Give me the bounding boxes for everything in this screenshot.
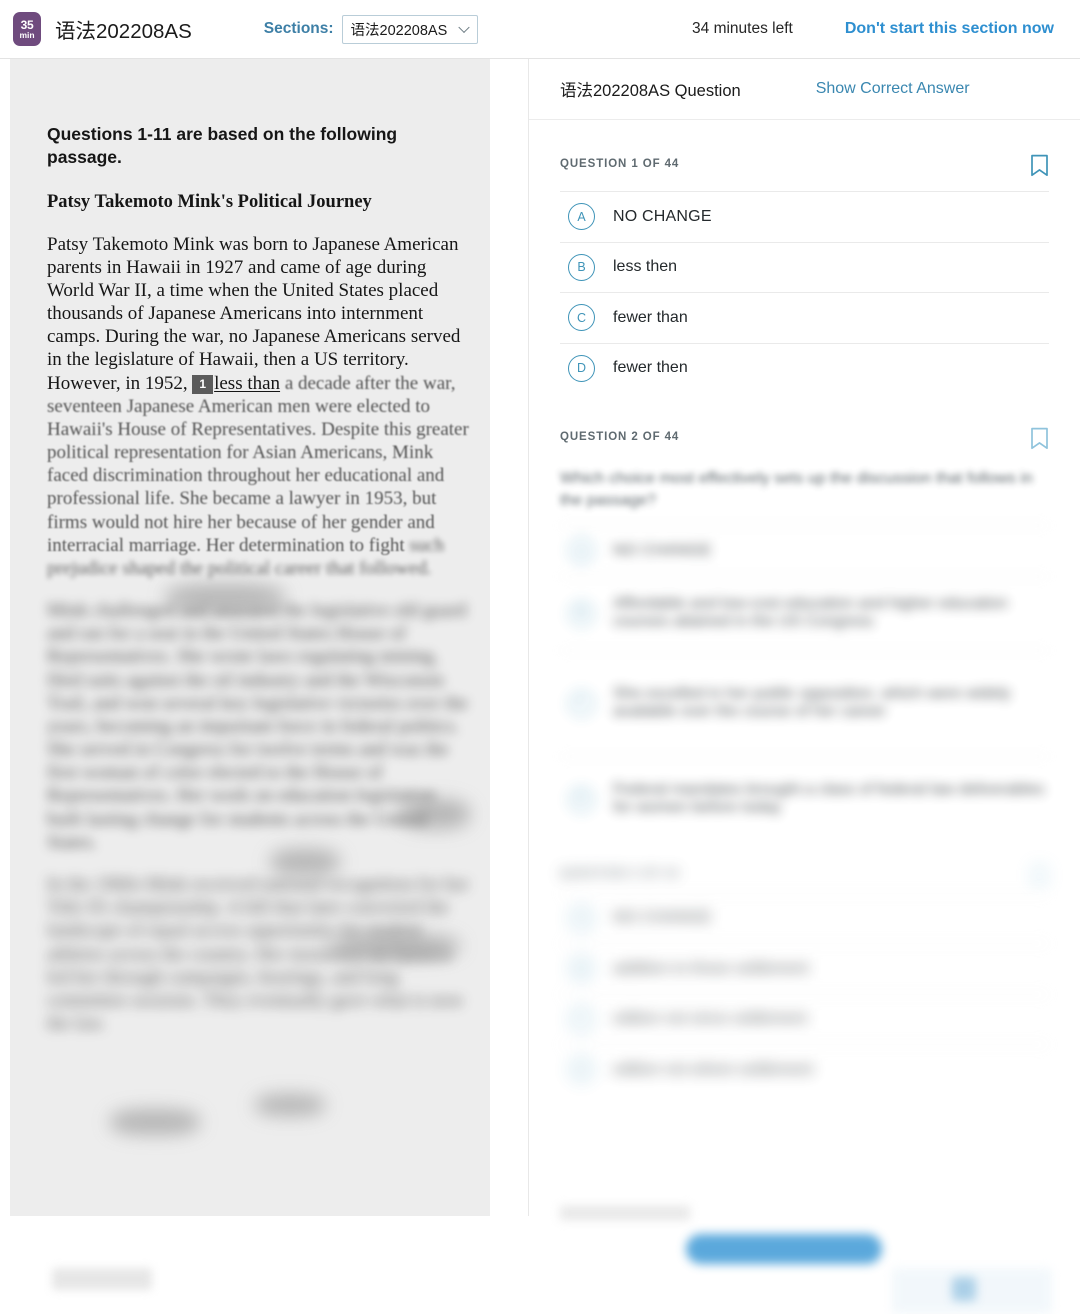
choice-label: fewer then [613,359,688,377]
timer-badge: 35 min [13,12,41,46]
page-title: 语法202208AS [55,20,192,43]
choice-label: less then [613,258,678,276]
obscured-region-2 [400,799,470,829]
question-1-meta: QUESTION 1 OF 44 [560,120,1049,177]
choice-option[interactable]: C She excelled in her public opposition,… [560,649,1049,756]
inline-underlined-text[interactable]: less than [214,373,280,394]
choice-letter: B [568,253,595,281]
choice-letter: B [568,599,595,627]
footer-left-chip[interactable] [52,1268,152,1290]
choice-option[interactable]: D edition not where settlement [560,1044,1049,1095]
question-1-choices: A NO CHANGE B less then C fewer than D f… [560,191,1049,393]
choice-option[interactable]: C edition not since settlement [560,993,1049,1045]
choice-letter: D [568,785,595,813]
choice-option[interactable]: A NO CHANGE [560,892,1049,944]
question-panel-title: 语法202208AS Question [560,82,741,100]
next-button[interactable] [686,1234,882,1264]
workspace: Questions 1-11 are based on the followin… [0,59,1080,1314]
sections-group: Sections: 语法202208AS [263,14,478,44]
choice-label: addition to those settlement [613,959,809,977]
pager-current-indicator[interactable] [952,1277,976,1301]
obscured-footer-label [560,1206,690,1220]
timer-badge-value: 35 [20,17,34,32]
choice-label: NO CHANGE [613,207,712,225]
sections-select[interactable]: 语法202208AS [341,14,478,44]
choice-letter: C [568,304,595,332]
app-header: 35 min 语法202208AS Sections: 语法202208AS 3… [0,0,1080,59]
inline-question-marker[interactable]: 1 [192,374,214,394]
obscured-region-1 [165,584,285,610]
question-3-meta: QUESTION 3 OF 44 [560,842,1049,887]
obscured-region-4 [330,934,460,958]
question-3-choices: A NO CHANGE B addition to those settleme… [560,892,1049,1095]
choice-label: Federal mandates brought a class of fede… [613,781,1045,817]
show-correct-answer-link[interactable]: Show Correct Answer [816,80,970,98]
bookmark-icon[interactable] [1030,154,1049,177]
sections-label: Sections: [263,20,334,37]
sections-select-value: 语法202208AS [350,22,448,39]
choice-label: She excelled in her public opposition, w… [613,685,1011,721]
question-panel-header: 语法202208AS Question Show Correct Answer [529,59,1080,120]
questions-range-heading: Questions 1-11 are based on the followin… [47,124,398,168]
question-2-counter: QUESTION 2 OF 44 [560,431,680,443]
question-1-counter: QUESTION 1 OF 44 [560,158,680,170]
choice-option[interactable]: C fewer than [560,292,1049,343]
bookmark-icon[interactable] [1030,864,1049,887]
choice-letter: A [568,537,595,565]
bookmark-icon[interactable] [1030,427,1049,450]
passage-pane[interactable]: Questions 1-11 are based on the followin… [0,59,528,1314]
choice-label: fewer than [613,308,688,326]
choice-option[interactable]: B less then [560,241,1049,293]
passage-body: Patsy Takemoto Mink was born to Japanese… [47,233,472,1036]
choice-label: NO CHANGE [613,541,712,559]
choice-letter: D [568,1056,595,1084]
choice-label: edition not where settlement [613,1060,814,1078]
time-remaining: 34 minutes left [692,20,793,37]
choice-label: edition not since settlement [613,1010,807,1028]
question-block-2: QUESTION 2 OF 44 Which choice most effec… [529,393,1080,842]
choice-option[interactable]: D Federal mandates brought a class of fe… [560,755,1049,842]
passage-p1-post: a decade after the war, seventeen Japane… [47,372,469,556]
choice-letter: B [568,955,595,983]
choice-label: NO CHANGE [613,909,712,927]
choice-letter: A [568,203,595,231]
choice-label: Affordable and low-cost education and hi… [613,595,1008,631]
question-block-3: QUESTION 3 OF 44 A NO CHANGE B addition … [529,842,1080,1095]
choice-letter: C [568,1005,595,1033]
choice-option[interactable]: D fewer then [560,342,1049,394]
question-2-choices: A NO CHANGE B Affordable and low-cost ed… [560,525,1049,842]
choice-letter: D [568,354,595,382]
obscured-region-5 [110,1109,200,1135]
timer-badge-unit: min [19,29,35,40]
passage-title: Patsy Takemoto Mink's Political Journey [47,191,372,212]
passage-paragraph-1: Patsy Takemoto Mink was born to Japanese… [47,233,472,581]
choice-option[interactable]: B addition to those settlement [560,943,1049,994]
choice-letter: A [568,904,595,932]
dont-start-section-link[interactable]: Don't start this section now [845,20,1054,38]
question-3-counter: QUESTION 3 OF 44 [560,867,680,880]
header-right-group: 34 minutes left Don't start this section… [692,20,1080,38]
obscured-region-3 [270,849,340,875]
chevron-down-icon [457,21,470,34]
question-pane[interactable]: 语法202208AS Question Show Correct Answer … [528,59,1080,1314]
question-2-meta: QUESTION 2 OF 44 [560,393,1049,450]
choice-option[interactable]: B Affordable and low-cost education and … [560,575,1049,650]
obscured-region-6 [255,1094,325,1116]
choice-option[interactable]: A NO CHANGE [560,525,1049,576]
choice-option[interactable]: A NO CHANGE [560,191,1049,242]
passage-p1-pre: Patsy Takemoto Mink was born to Japanese… [47,233,461,394]
choice-letter: C [568,689,595,717]
question-2-prompt: Which choice most effectively sets up th… [560,470,1033,509]
question-block-1: QUESTION 1 OF 44 A NO CHANGE B less then… [529,120,1080,393]
